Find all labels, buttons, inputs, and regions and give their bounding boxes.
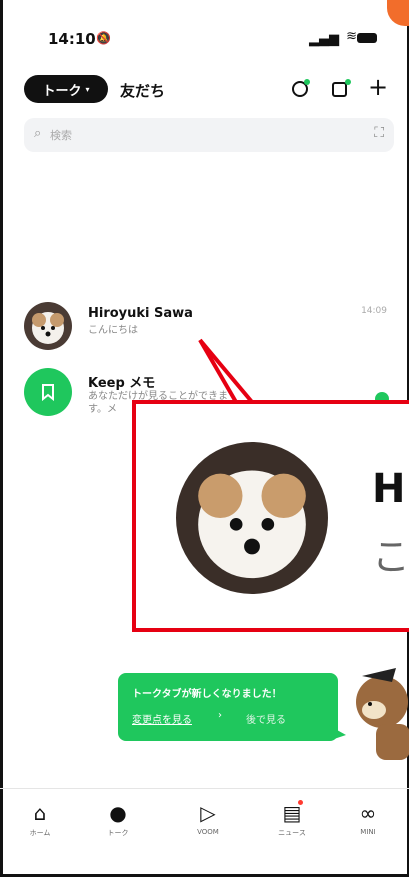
- nav-label: トーク: [107, 829, 129, 837]
- tab-update-banner: トークタブが新しくなりました！ 変更点を見る › 後で見る: [118, 673, 346, 741]
- nav-mini[interactable]: ∞ MINI: [338, 802, 398, 836]
- banner-view-changes-link[interactable]: 変更点を見る: [132, 711, 192, 726]
- mini-icon: ∞: [359, 801, 377, 825]
- news-icon: ▤: [282, 801, 302, 825]
- nav-label: ホーム: [29, 829, 51, 837]
- bottom-nav: ⌂ ホーム ● トーク ▷ VOOM ▤ ニュース ∞ MINI: [0, 800, 409, 852]
- nav-voom[interactable]: ▷ VOOM: [178, 802, 238, 836]
- nav-label: MINI: [360, 828, 376, 836]
- nav-home[interactable]: ⌂ ホーム: [10, 802, 70, 838]
- banner-title: トークタブが新しくなりました！: [132, 689, 282, 700]
- news-badge: [298, 800, 303, 805]
- chevron-right-icon: ›: [218, 710, 222, 721]
- home-icon: ⌂: [33, 801, 47, 825]
- zoom-name: H: [372, 466, 406, 512]
- nav-divider: [0, 788, 409, 789]
- zoom-avatar: [176, 442, 328, 594]
- brown-bear-mascot: [342, 660, 409, 760]
- banner-later-link[interactable]: 後で見る: [246, 711, 286, 726]
- nav-label: VOOM: [197, 828, 219, 836]
- voom-play-icon: ▷: [200, 801, 216, 825]
- zoom-callout: H こ: [132, 400, 409, 632]
- zoom-message: こ: [372, 535, 409, 579]
- nav-label: ニュース: [278, 829, 306, 837]
- chat-bubble-icon: ●: [109, 801, 127, 825]
- nav-news[interactable]: ▤ ニュース: [262, 800, 322, 838]
- nav-talk[interactable]: ● トーク: [88, 802, 148, 838]
